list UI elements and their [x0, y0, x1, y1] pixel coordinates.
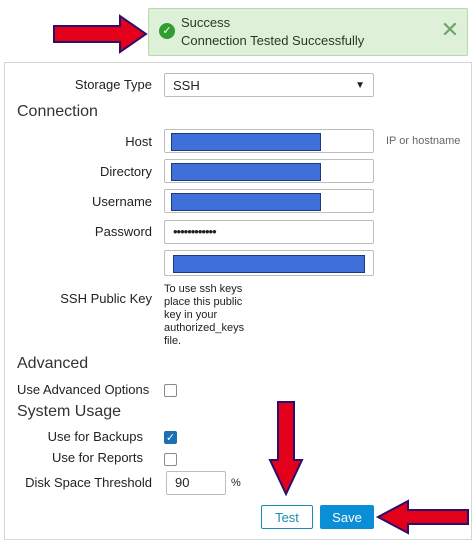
- directory-input[interactable]: [164, 159, 374, 183]
- use-backups-checkbox[interactable]: ✓: [164, 431, 177, 444]
- toast-message: Connection Tested Successfully: [181, 33, 365, 48]
- redaction-mark: [171, 163, 321, 181]
- ssh-public-key-label: SSH Public Key: [60, 291, 152, 306]
- host-input[interactable]: [164, 129, 374, 153]
- toast-title: Success: [181, 15, 231, 30]
- username-label: Username: [92, 194, 152, 209]
- host-hint: IP or hostname: [386, 135, 461, 147]
- close-icon[interactable]: ✕: [439, 19, 461, 41]
- directory-label: Directory: [99, 164, 152, 179]
- use-reports-label: Use for Reports: [51, 450, 143, 465]
- use-advanced-label: Use Advanced Options: [17, 382, 150, 397]
- use-reports-checkbox[interactable]: [164, 453, 177, 466]
- advanced-section-title: Advanced: [17, 355, 89, 372]
- redaction-mark: [173, 255, 365, 273]
- redaction-mark: [171, 193, 321, 211]
- save-button[interactable]: Save: [320, 505, 374, 529]
- password-input[interactable]: ••••••••••••: [164, 220, 374, 244]
- storage-type-label: Storage Type: [74, 77, 152, 92]
- connection-section-title: Connection: [17, 103, 98, 120]
- test-button[interactable]: Test: [261, 505, 313, 529]
- red-arrow-down-icon: [268, 401, 304, 497]
- use-backups-label: Use for Backups: [47, 429, 143, 444]
- red-arrow-right-icon: [53, 14, 148, 54]
- host-label: Host: [125, 134, 152, 149]
- red-arrow-left-icon: [375, 499, 469, 535]
- success-toast: ✓ Success Connection Tested Successfully…: [148, 8, 468, 56]
- storage-type-select[interactable]: SSH ▼: [164, 73, 374, 97]
- chevron-down-icon: ▼: [355, 79, 365, 91]
- system-usage-section-title: System Usage: [17, 403, 122, 420]
- disk-threshold-input[interactable]: 90: [166, 471, 226, 495]
- redaction-mark: [171, 133, 321, 151]
- percent-unit: %: [231, 477, 241, 489]
- username-input[interactable]: [164, 189, 374, 213]
- ssh-public-key-field[interactable]: [164, 250, 374, 276]
- ssh-public-key-hint: To use ssh keys place this public key in…: [164, 283, 245, 347]
- check-circle-icon: ✓: [159, 23, 175, 39]
- disk-threshold-label: Disk Space Threshold: [25, 475, 152, 490]
- storage-type-value: SSH: [173, 77, 200, 93]
- password-label: Password: [94, 224, 152, 239]
- use-advanced-checkbox[interactable]: [164, 384, 177, 397]
